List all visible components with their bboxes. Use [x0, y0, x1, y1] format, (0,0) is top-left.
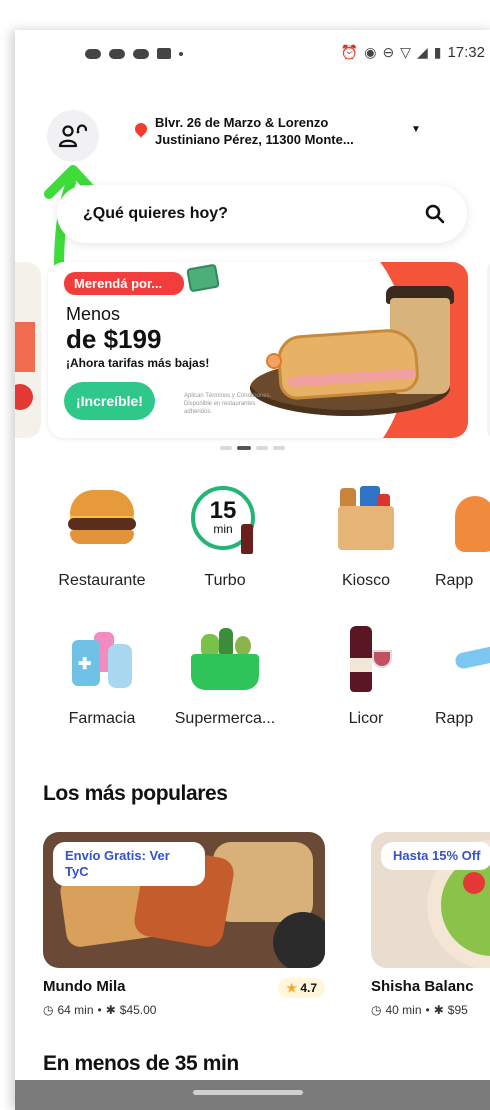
- profile-button[interactable]: [47, 110, 99, 162]
- liquor-icon: [326, 620, 406, 700]
- app-screen: ⏰ ◉ ⊖ ▽ ◢ ▮ 17:32 Blvr. 26 de Marzo & Lo…: [15, 30, 490, 1110]
- turbo-badge-number: 15: [209, 497, 237, 524]
- home-indicator[interactable]: [193, 1090, 303, 1095]
- status-time: 17:32: [447, 44, 485, 61]
- pager-dot-active: [237, 446, 251, 450]
- pager-dot: [256, 446, 268, 450]
- turbo-badge-unit: min: [213, 522, 233, 536]
- address-line-1: Blvr. 26 de Marzo & Lorenzo: [155, 115, 329, 130]
- burger-icon: [62, 482, 142, 562]
- category-label: Rapp: [435, 710, 474, 727]
- wifi-icon: ▽: [400, 44, 411, 60]
- category-label: Supermerca...: [174, 710, 276, 727]
- navigation-bar: [15, 1080, 490, 1110]
- more-notifications-icon: [179, 51, 183, 56]
- restaurant-meta: ◷ 40 min • ✱ $95: [371, 1003, 490, 1017]
- delivery-fee-icon: ✱: [105, 1003, 116, 1017]
- address-selector[interactable]: Blvr. 26 de Marzo & Lorenzo Justiniano P…: [132, 114, 421, 148]
- banner-fine-print: Aplican Términos y Condiciones. Disponib…: [184, 393, 272, 415]
- pharmacy-icon: ✚: [62, 620, 142, 700]
- battery-icon: ▮: [433, 44, 442, 60]
- banner-cta-button[interactable]: ¡Increíble!: [64, 382, 155, 420]
- search-bar[interactable]: ¿Qué quieres hoy?: [57, 185, 467, 243]
- banner-image: [15, 322, 35, 372]
- prev-banner-peek[interactable]: [15, 262, 41, 438]
- turbo-15-min-icon: 15 min: [185, 482, 265, 562]
- category-label: Kiosco: [341, 572, 391, 589]
- restaurant-image: Hasta 15% Off: [371, 832, 490, 968]
- banner-subtitle: ¡Ahora tarifas más bajas!: [66, 356, 210, 370]
- profile-icon: [58, 124, 88, 148]
- delivery-fee: $45.00: [119, 1003, 157, 1017]
- pager-dot: [273, 446, 285, 450]
- category-turbo[interactable]: 15 min Turbo: [170, 482, 280, 590]
- pager-dot: [220, 446, 232, 450]
- delivery-time: 64 min: [57, 1003, 94, 1017]
- restaurant-card[interactable]: Envío Gratis: Ver TyC Mundo Mila ★ 4.7 ◷…: [43, 832, 325, 1017]
- status-bar: ⏰ ◉ ⊖ ▽ ◢ ▮ 17:32: [15, 30, 490, 82]
- dnd-icon: ⊖: [382, 44, 395, 60]
- category-label: Restaurante: [58, 572, 146, 589]
- supermarket-basket-icon: [185, 620, 265, 700]
- banner-price: de $199: [66, 324, 162, 354]
- address-text: Blvr. 26 de Marzo & Lorenzo Justiniano P…: [155, 114, 395, 148]
- clock-icon: ◷: [43, 1003, 54, 1017]
- status-system: ⏰ ◉ ⊖ ▽ ◢ ▮ 17:32: [341, 44, 485, 61]
- category-rappi-travel[interactable]: Rapp: [435, 620, 490, 728]
- category-restaurante[interactable]: Restaurante: [47, 482, 157, 590]
- rating-badge: ★ 4.7: [278, 978, 325, 998]
- promo-banner[interactable]: Merendá por... Menos de $199 ¡Ahora tari…: [48, 262, 468, 438]
- kiosco-bag-icon: [326, 482, 406, 562]
- restaurant-name: Shisha Balanc: [371, 978, 474, 995]
- signal-icon: ◢: [416, 44, 428, 60]
- rappi-courier-icon: [435, 482, 490, 562]
- vibrate-icon: ◉: [364, 44, 377, 60]
- clock-icon: ◷: [371, 1003, 382, 1017]
- notification-icon: [133, 48, 149, 59]
- carousel-pager: [220, 446, 285, 450]
- separator: •: [97, 1003, 102, 1017]
- restaurant-card[interactable]: Hasta 15% Off Shisha Balanc ◷ 40 min • ✱…: [371, 832, 490, 1017]
- sandwich-image: [275, 327, 421, 401]
- category-label: Rapp: [435, 572, 474, 589]
- category-kiosco[interactable]: Kiosco: [311, 482, 421, 590]
- category-label: Turbo: [204, 572, 246, 589]
- rappi-travel-icon: [435, 620, 490, 700]
- restaurant-image: Envío Gratis: Ver TyC: [43, 832, 325, 968]
- banner-image: [15, 384, 33, 410]
- search-icon: [425, 204, 445, 224]
- notification-icon: [85, 48, 101, 59]
- alarm-icon: ⏰: [340, 44, 359, 60]
- rating-value: 4.7: [300, 981, 317, 995]
- delivery-fee: $95: [447, 1003, 468, 1017]
- money-icon: [186, 263, 220, 293]
- youtube-icon: [157, 48, 171, 59]
- category-rappi[interactable]: Rapp: [435, 482, 490, 590]
- promo-badge: Hasta 15% Off: [381, 842, 490, 870]
- promo-badge: Envío Gratis: Ver TyC: [53, 842, 205, 886]
- section-title-popular: Los más populares: [43, 782, 228, 805]
- banner-text-line1: Menos: [66, 304, 121, 324]
- separator: •: [425, 1003, 430, 1017]
- sandwich-filling: [287, 368, 417, 388]
- clock-icon: [266, 353, 282, 369]
- search-placeholder: ¿Qué quieres hoy?: [83, 205, 228, 222]
- notification-icon: [109, 48, 125, 59]
- location-pin-icon: [132, 120, 150, 138]
- chevron-down-icon: ▼: [411, 124, 421, 135]
- restaurant-meta: ◷ 64 min • ✱ $45.00: [43, 1003, 325, 1017]
- category-farmacia[interactable]: ✚ Farmacia: [47, 620, 157, 728]
- delivery-time: 40 min: [385, 1003, 422, 1017]
- category-licor[interactable]: Licor: [311, 620, 421, 728]
- banner-tag: Merendá por...: [64, 272, 185, 295]
- address-line-2: Justiniano Pérez, 11300 Monte...: [155, 132, 354, 147]
- category-label: Licor: [348, 710, 384, 727]
- status-notifications: [85, 48, 183, 59]
- category-label: Farmacia: [68, 710, 136, 727]
- star-icon: ★: [286, 981, 297, 995]
- section-title-fast: En menos de 35 min: [43, 1052, 239, 1075]
- delivery-fee-icon: ✱: [433, 1003, 444, 1017]
- category-supermercado[interactable]: Supermerca...: [170, 620, 280, 728]
